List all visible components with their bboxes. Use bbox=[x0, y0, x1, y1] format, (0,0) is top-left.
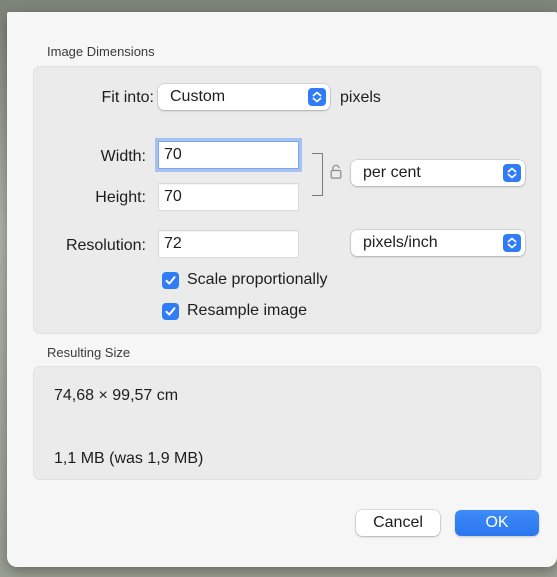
resample-image-label: Resample image bbox=[187, 302, 308, 319]
scale-proportionally-row[interactable]: Scale proportionally bbox=[162, 271, 328, 289]
scale-proportionally-checkbox[interactable] bbox=[162, 271, 179, 289]
fit-into-popup[interactable]: Custom bbox=[158, 84, 330, 110]
resolution-label: Resolution: bbox=[65, 237, 146, 254]
scale-proportionally-label: Scale proportionally bbox=[187, 271, 328, 288]
height-field[interactable]: 70 bbox=[158, 183, 299, 211]
aspect-link-bracket bbox=[312, 153, 323, 196]
fit-into-value: Custom bbox=[170, 88, 226, 105]
height-label: Height: bbox=[95, 189, 146, 206]
image-dimensions-title: Image Dimensions bbox=[47, 44, 155, 59]
size-unit-value: per cent bbox=[363, 164, 421, 181]
fit-into-label: Fit into: bbox=[101, 89, 154, 106]
resulting-file-size: 1,1 MB (was 1,9 MB) bbox=[54, 450, 204, 467]
resample-image-row[interactable]: Resample image bbox=[162, 302, 307, 320]
cancel-button[interactable]: Cancel bbox=[356, 510, 440, 536]
checkmark-icon bbox=[165, 275, 176, 285]
ok-button[interactable]: OK bbox=[455, 510, 539, 536]
resample-image-checkbox[interactable] bbox=[162, 302, 179, 320]
resulting-size-title: Resulting Size bbox=[47, 345, 131, 360]
up-down-chevron-icon bbox=[503, 234, 521, 252]
up-down-chevron-icon bbox=[503, 164, 521, 182]
resolution-field[interactable]: 72 bbox=[158, 230, 299, 258]
resulting-dimensions: 74,68 × 99,57 cm bbox=[54, 387, 179, 404]
resolution-unit-popup[interactable]: pixels/inch bbox=[351, 230, 525, 256]
width-label: Width: bbox=[100, 148, 146, 165]
lock-open-icon[interactable] bbox=[330, 164, 342, 184]
up-down-chevron-icon bbox=[308, 88, 326, 106]
image-dimensions-group: Fit into: Custom pixels Width: 70 Height… bbox=[33, 66, 541, 334]
adjust-size-sheet: Image Dimensions Fit into: Custom pixels… bbox=[7, 12, 557, 567]
fit-into-unit: pixels bbox=[340, 89, 381, 106]
resulting-size-group: 74,68 × 99,57 cm 1,1 MB (was 1,9 MB) bbox=[33, 366, 541, 480]
checkmark-icon bbox=[165, 306, 176, 316]
size-unit-popup[interactable]: per cent bbox=[351, 160, 525, 186]
resolution-unit-value: pixels/inch bbox=[363, 234, 438, 251]
width-field[interactable]: 70 bbox=[158, 141, 299, 169]
